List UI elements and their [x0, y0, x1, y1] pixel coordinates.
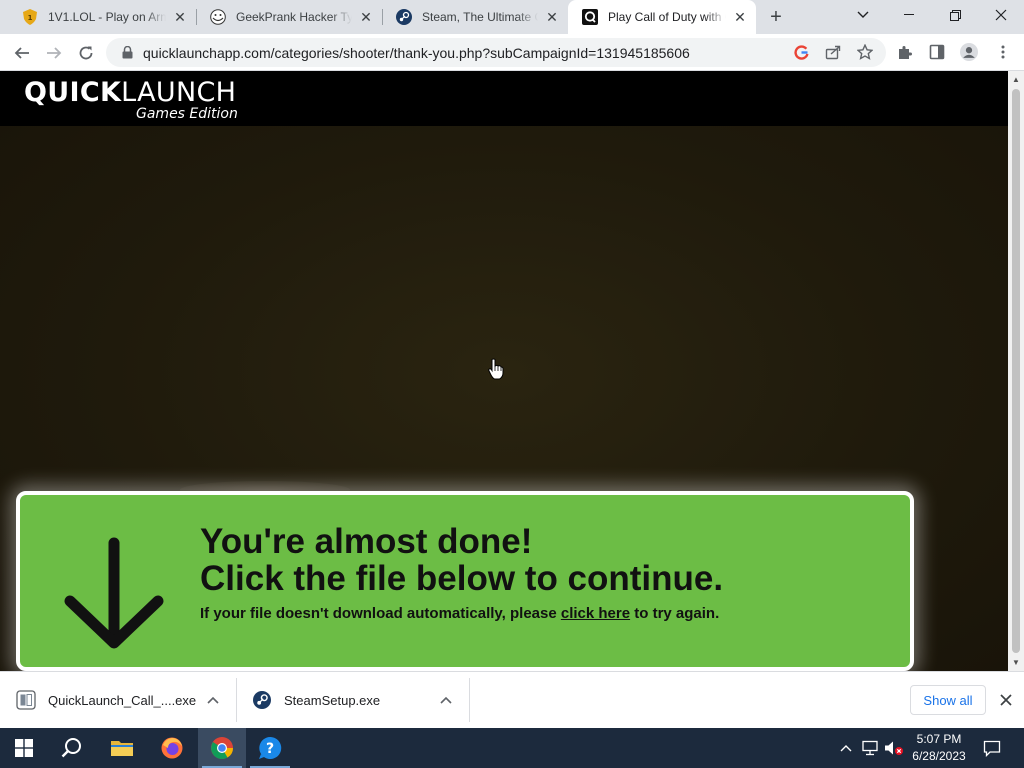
- windows-taskbar: ? 5:07 PM 6/28/2023: [0, 728, 1024, 768]
- page-scrollbar[interactable]: ▲ ▼: [1008, 71, 1024, 671]
- download-shelf: QuickLaunch_Call_....exe SteamSetup.exe …: [0, 671, 1024, 728]
- chevron-up-icon[interactable]: [439, 693, 453, 707]
- close-icon[interactable]: [996, 690, 1016, 710]
- cta-headline-line-1: You're almost done!: [200, 522, 533, 561]
- chevron-down-icon: [857, 11, 869, 18]
- windows-logo-icon: [15, 739, 33, 757]
- forward-button[interactable]: [40, 39, 68, 67]
- search-button[interactable]: [48, 728, 96, 768]
- chrome-icon: [211, 737, 233, 759]
- logo-subtitle: Games Edition: [136, 106, 238, 122]
- site-header: QUICKLAUNCH Games Edition: [0, 71, 1008, 126]
- tab-title: 1V1.LOL - Play on Armor Games: [48, 10, 166, 24]
- tab-title: Steam, The Ultimate Online Game Platform: [422, 10, 538, 24]
- tab-title: Play Call of Duty with QuickLaunch: [608, 10, 726, 24]
- arrow-down-icon: [64, 537, 164, 649]
- clock-date: 6/28/2023: [912, 749, 966, 763]
- extensions-icon[interactable]: [896, 43, 914, 61]
- cta-headline: You're almost done! Click the file below…: [200, 523, 723, 597]
- taskbar-clock[interactable]: 5:07 PM 6/28/2023: [906, 731, 972, 765]
- firefox-icon: [161, 737, 183, 759]
- url-text: quicklaunchapp.com/categories/shooter/th…: [143, 44, 690, 61]
- restore-icon: [949, 9, 961, 21]
- svg-text:?: ?: [266, 741, 274, 757]
- steam-icon: [396, 9, 412, 25]
- window-close-button[interactable]: [978, 0, 1024, 30]
- download-item-steamsetup[interactable]: SteamSetup.exe: [252, 678, 468, 722]
- arrow-left-icon: [14, 47, 29, 59]
- tab-title: GeekPrank Hacker Typer: [236, 10, 352, 24]
- side-panel-icon[interactable]: [928, 43, 946, 61]
- svg-text:1: 1: [28, 14, 33, 22]
- close-icon[interactable]: ✕: [172, 9, 188, 25]
- close-icon: [995, 9, 1007, 21]
- reload-icon: [79, 46, 93, 60]
- download-filename: SteamSetup.exe: [284, 692, 381, 708]
- reload-button[interactable]: [72, 39, 100, 67]
- cta-instructions: If your file doesn't download automatica…: [200, 605, 719, 622]
- download-prompt-banner: You're almost done! Click the file below…: [16, 491, 914, 671]
- tab-1v1-lol[interactable]: 1 1V1.LOL - Play on Armor Games ✕: [8, 0, 196, 34]
- cta-text-after: to try again.: [630, 605, 720, 622]
- steam-icon: [252, 690, 272, 710]
- cta-headline-line-2: Click the file below to continue.: [200, 559, 724, 598]
- help-icon: ?: [259, 736, 282, 759]
- cta-text-before: If your file doesn't download automatica…: [200, 605, 561, 622]
- close-icon[interactable]: ✕: [358, 9, 374, 25]
- tab-search-button[interactable]: [840, 0, 886, 30]
- close-icon[interactable]: ✕: [732, 9, 748, 25]
- scroll-down-icon[interactable]: ▼: [1011, 657, 1021, 667]
- logo-bold-text: QUICK: [24, 77, 122, 108]
- minimize-button[interactable]: [886, 0, 932, 30]
- chevron-up-icon[interactable]: [206, 693, 220, 707]
- browser-tabstrip: 1 1V1.LOL - Play on Armor Games ✕ GeekPr…: [0, 0, 1024, 34]
- download-item-quicklaunch[interactable]: QuickLaunch_Call_....exe: [16, 678, 236, 722]
- logo-light-text: LAUNCH: [121, 77, 237, 108]
- taskbar-file-explorer[interactable]: [98, 728, 146, 768]
- download-separator: [236, 678, 237, 722]
- search-icon: [61, 738, 81, 758]
- profile-avatar[interactable]: [960, 43, 978, 61]
- page-viewport: QUICKLAUNCH Games Edition You're almost …: [0, 71, 1008, 671]
- taskbar-firefox[interactable]: [148, 728, 196, 768]
- site-logo[interactable]: QUICKLAUNCH: [24, 77, 236, 108]
- start-button[interactable]: [0, 728, 48, 768]
- volume-muted-icon[interactable]: [884, 738, 904, 758]
- taskbar-help-app[interactable]: ?: [246, 728, 294, 768]
- tab-geekprank[interactable]: GeekPrank Hacker Typer ✕: [196, 0, 382, 34]
- google-lens-icon[interactable]: [792, 43, 810, 61]
- lock-icon[interactable]: [120, 46, 134, 60]
- share-icon[interactable]: [824, 43, 842, 61]
- minimize-icon: [904, 14, 914, 15]
- scroll-up-icon[interactable]: ▲: [1011, 74, 1021, 84]
- clock-time: 5:07 PM: [916, 732, 962, 746]
- notification-icon[interactable]: [982, 738, 1002, 758]
- taskbar-chrome[interactable]: [198, 728, 246, 768]
- hand-cursor-icon: [488, 358, 504, 380]
- bookmark-star-icon[interactable]: [856, 43, 874, 61]
- arrow-right-icon: [47, 47, 62, 59]
- show-all-button[interactable]: Show all: [910, 685, 986, 715]
- chevron-up-icon[interactable]: [836, 738, 856, 758]
- download-separator: [469, 678, 470, 722]
- download-filename: QuickLaunch_Call_....exe: [48, 692, 197, 708]
- tab-steam[interactable]: Steam, The Ultimate Online Game Platform…: [382, 0, 568, 34]
- click-here-link[interactable]: click here: [561, 605, 630, 622]
- shield-icon: 1: [22, 9, 38, 25]
- address-bar[interactable]: quicklaunchapp.com/categories/shooter/th…: [106, 38, 886, 67]
- scroll-thumb[interactable]: [1012, 89, 1020, 653]
- browser-toolbar: quicklaunchapp.com/categories/shooter/th…: [0, 34, 1024, 71]
- quicklaunch-icon: [582, 9, 598, 25]
- back-button[interactable]: [8, 39, 36, 67]
- new-tab-button[interactable]: +: [764, 5, 788, 29]
- browser-menu-icon[interactable]: [994, 43, 1012, 61]
- close-icon[interactable]: ✕: [544, 9, 560, 25]
- trollface-icon: [210, 9, 226, 25]
- installer-icon: [16, 690, 36, 710]
- tab-quicklaunch[interactable]: Play Call of Duty with QuickLaunch ✕: [568, 0, 756, 34]
- restore-button[interactable]: [932, 0, 978, 30]
- folder-icon: [111, 741, 133, 756]
- screen: 1 1V1.LOL - Play on Armor Games ✕ GeekPr…: [0, 0, 1024, 768]
- network-icon[interactable]: [860, 738, 880, 758]
